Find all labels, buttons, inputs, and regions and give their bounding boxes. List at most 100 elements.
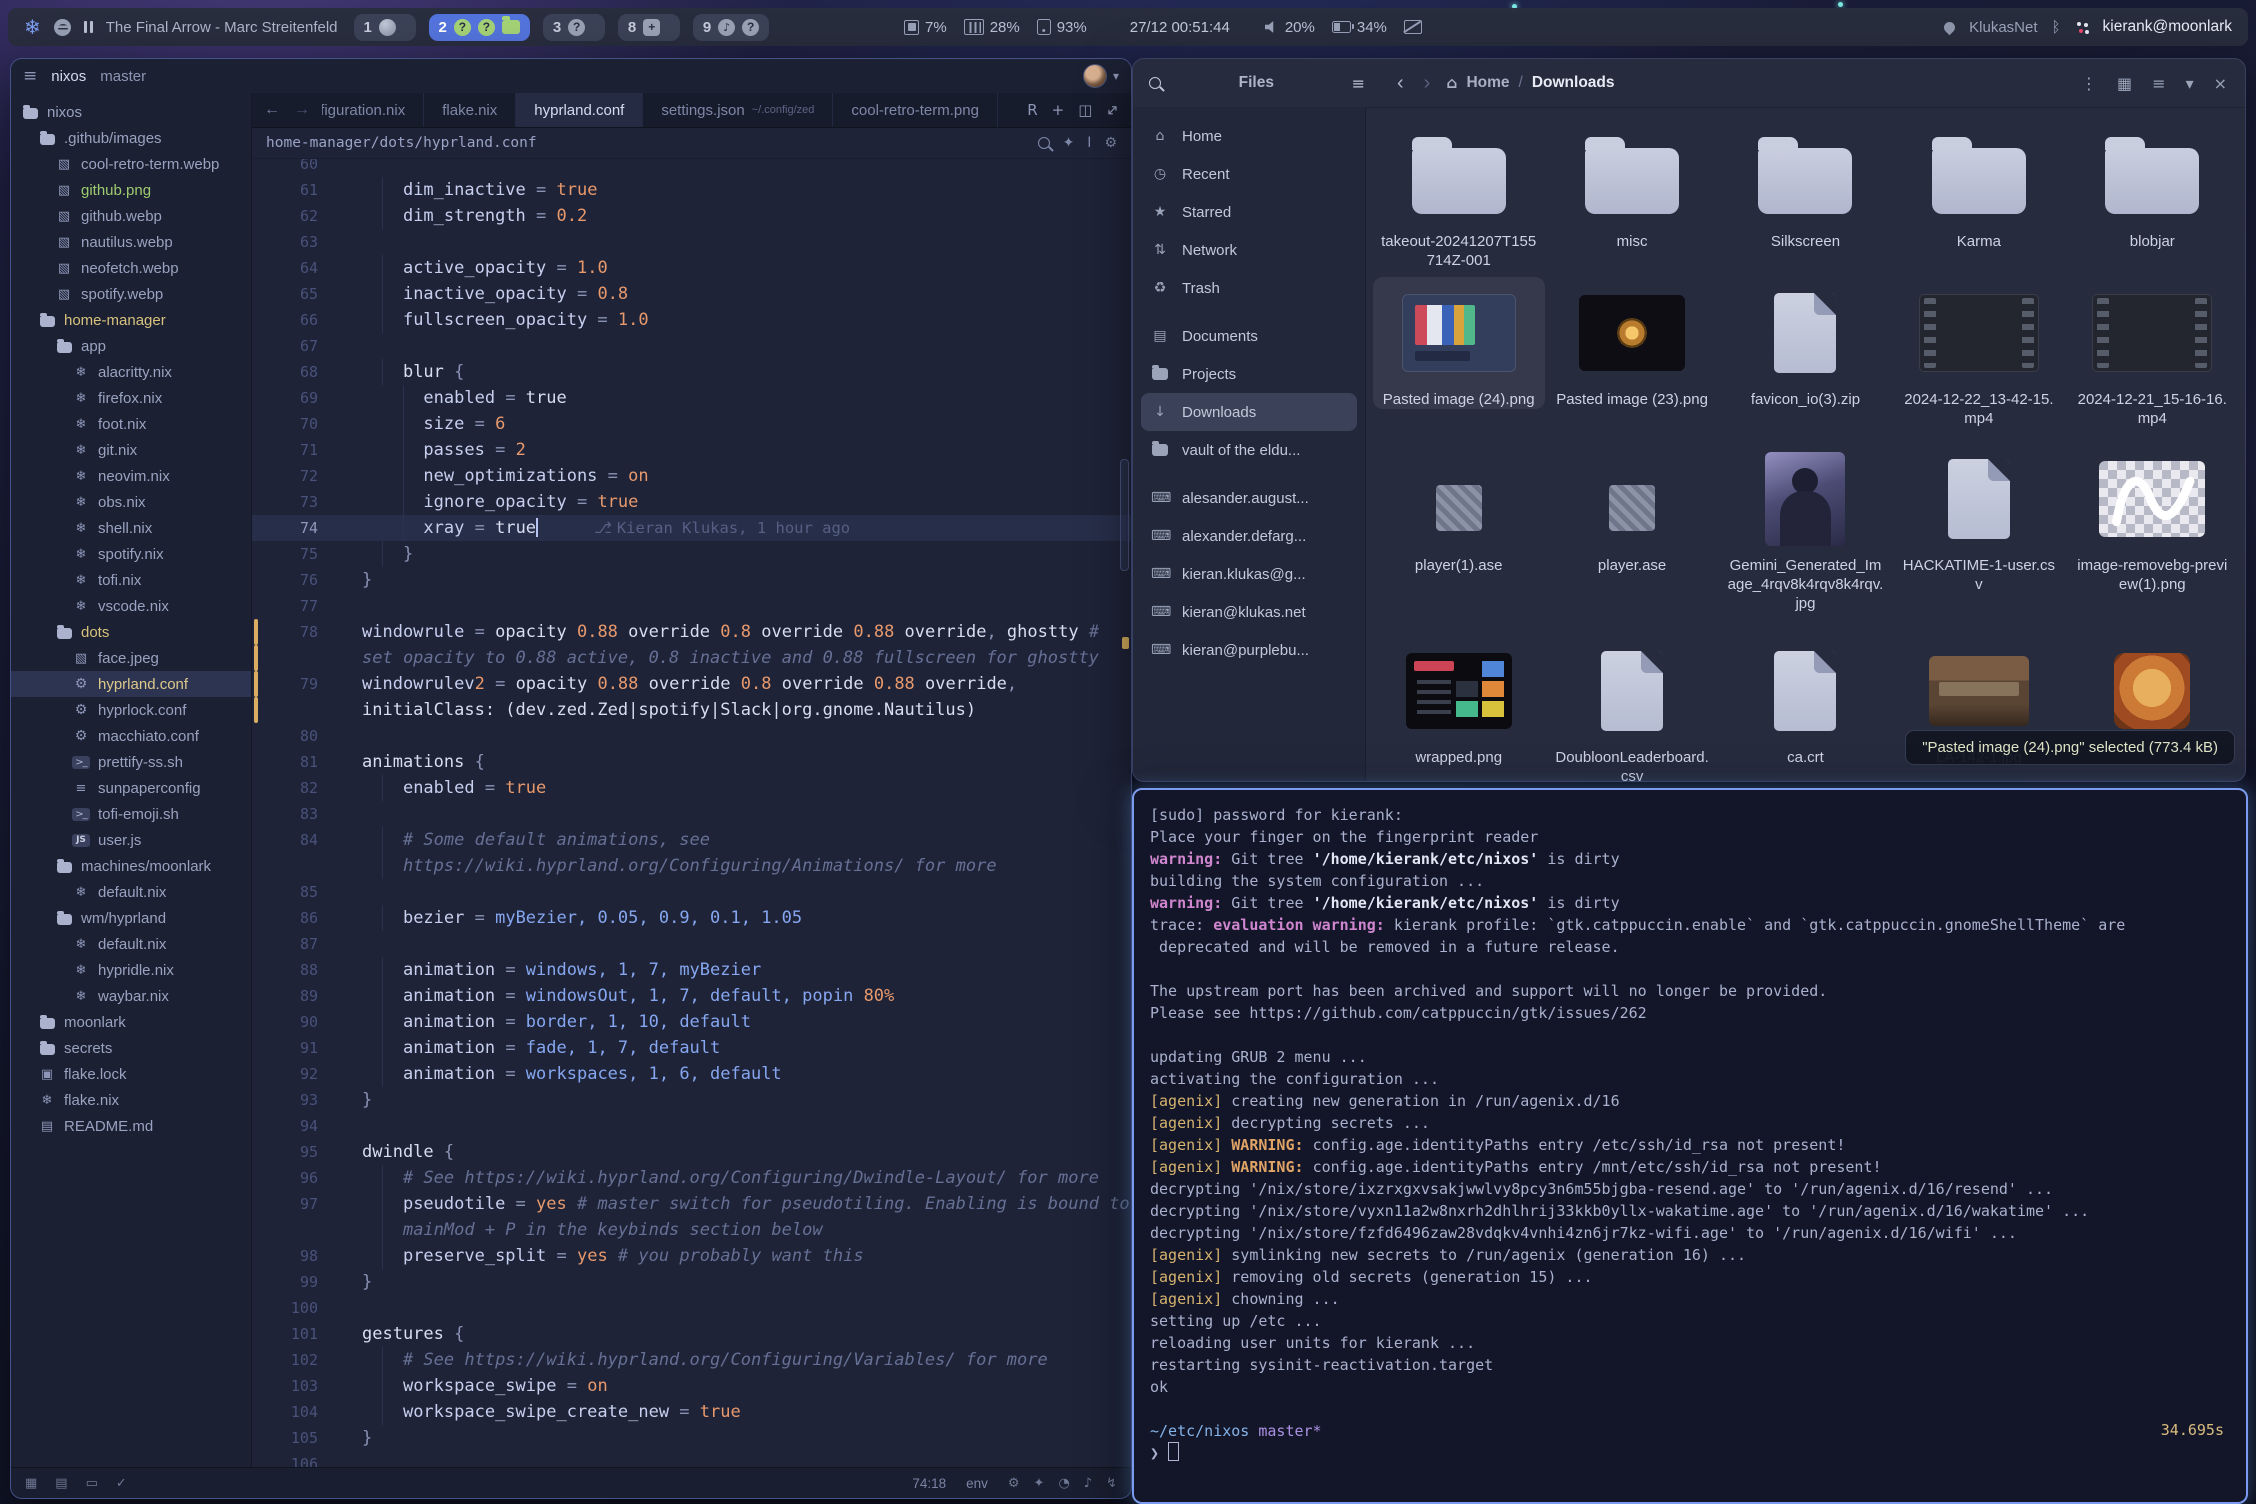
tree-item-default-nix[interactable]: default.nix bbox=[11, 879, 251, 905]
home-icon[interactable]: ⌂ bbox=[1446, 74, 1457, 92]
code-row[interactable]: 98 preserve_split = yes # you probably w… bbox=[252, 1243, 1131, 1269]
sidebar-item-documents[interactable]: ▤Documents bbox=[1141, 317, 1357, 355]
tree-item-foot-nix[interactable]: foot.nix bbox=[11, 411, 251, 437]
menu-icon[interactable]: ≡ bbox=[23, 66, 37, 86]
sidebar-item-home[interactable]: ⌂Home bbox=[1141, 117, 1357, 155]
code-wrap-row[interactable]: mainMod + P in the keybinds section belo… bbox=[252, 1217, 1131, 1243]
view-grid-icon[interactable]: ▦ bbox=[2117, 74, 2132, 93]
volume-stat[interactable]: 20% bbox=[1265, 19, 1315, 36]
code-row[interactable]: 69 enabled = true bbox=[252, 385, 1131, 411]
code-row[interactable]: 105} bbox=[252, 1425, 1131, 1451]
sidebar-item-alexander-defarg[interactable]: ⌨alexander.defarg... bbox=[1141, 517, 1357, 555]
workspace-8[interactable]: 8 bbox=[618, 14, 680, 41]
tree-item-sunpaperconfig[interactable]: sunpaperconfig bbox=[11, 775, 251, 801]
code-row[interactable]: 66 fullscreen_opacity = 1.0 bbox=[252, 307, 1131, 333]
code-row[interactable]: 78windowrule = opacity 0.88 override 0.8… bbox=[252, 619, 1131, 645]
tree-item-tofi-emoji-sh[interactable]: tofi-emoji.sh bbox=[11, 801, 251, 827]
code-row[interactable]: 74 xray = trueKieran Klukas, 1 hour ago bbox=[252, 515, 1131, 541]
diagnostics-icon[interactable]: ✓ bbox=[116, 1476, 127, 1491]
tree-item-firefox-nix[interactable]: firefox.nix bbox=[11, 385, 251, 411]
file-item-pasted-image-24-png[interactable]: Pasted image (24).png bbox=[1373, 277, 1545, 409]
code-row[interactable]: 80 bbox=[252, 723, 1131, 749]
tree-item-hyprland-conf[interactable]: hyprland.conf bbox=[11, 671, 251, 697]
file-item-ca-crt[interactable]: ca.crt bbox=[1719, 635, 1891, 767]
code-row[interactable]: 103 workspace_swipe = on bbox=[252, 1373, 1131, 1399]
file-item-pasted-image-23-png[interactable]: Pasted image (23).png bbox=[1546, 277, 1718, 409]
back-icon[interactable]: ← bbox=[264, 101, 280, 119]
tree-item-github-images[interactable]: .github/images bbox=[11, 125, 251, 151]
sidebar-item-network[interactable]: ⇅Network bbox=[1141, 231, 1357, 269]
files-header-bar[interactable]: Files ≡ ‹ › ⌂ Home / Downloads ⋮▦≡▾× bbox=[1133, 59, 2245, 108]
code-row[interactable]: 61 dim_inactive = true bbox=[252, 177, 1131, 203]
code-row[interactable]: 102 # See https://wiki.hyprland.org/Conf… bbox=[252, 1347, 1131, 1373]
tree-item-nautilus-webp[interactable]: nautilus.webp bbox=[11, 229, 251, 255]
extensions-icon[interactable]: ↯ bbox=[1106, 1476, 1117, 1491]
tree-item-flake-lock[interactable]: flake.lock bbox=[11, 1061, 251, 1087]
menu-kebab-icon[interactable]: ⋮ bbox=[2081, 74, 2097, 93]
code-row[interactable]: 100 bbox=[252, 1295, 1131, 1321]
hamburger-menu-icon[interactable]: ≡ bbox=[1352, 74, 1365, 93]
screencast-icon[interactable] bbox=[1404, 20, 1422, 34]
tree-item-waybar-nix[interactable]: waybar.nix bbox=[11, 983, 251, 1009]
tree-item-github-png[interactable]: github.png bbox=[11, 177, 251, 203]
split-pane-icon[interactable]: ◫ bbox=[1078, 101, 1092, 119]
tree-item-cool-retro-term-webp[interactable]: cool-retro-term.webp bbox=[11, 151, 251, 177]
forward-icon[interactable]: › bbox=[1424, 72, 1431, 95]
tree-item-user-js[interactable]: user.js bbox=[11, 827, 251, 853]
tree-item-git-nix[interactable]: git.nix bbox=[11, 437, 251, 463]
nixos-logo-icon[interactable]: ❄ bbox=[24, 15, 41, 39]
code-row[interactable]: 88 animation = windows, 1, 7, myBezier bbox=[252, 957, 1131, 983]
r-indicator-icon[interactable]: R bbox=[1027, 101, 1037, 119]
code-row[interactable]: 95dwindle { bbox=[252, 1139, 1131, 1165]
terminal-panel-icon[interactable]: ▭ bbox=[86, 1476, 98, 1491]
code-row[interactable]: 70 size = 6 bbox=[252, 411, 1131, 437]
sidebar-item-kieran-purplebu[interactable]: ⌨kieran@purplebu... bbox=[1141, 631, 1357, 669]
search-icon[interactable] bbox=[1149, 77, 1161, 89]
tree-item-machines-moonlark[interactable]: machines/moonlark bbox=[11, 853, 251, 879]
tab-settings-json[interactable]: settings.json~/.config/zed bbox=[643, 93, 833, 127]
code-row[interactable]: 91 animation = fade, 1, 7, default bbox=[252, 1035, 1131, 1061]
code-row[interactable]: 73 ignore_opacity = true bbox=[252, 489, 1131, 515]
project-panel-icon[interactable]: ▦ bbox=[25, 1476, 37, 1491]
battery-stat[interactable]: 34% bbox=[1332, 19, 1387, 36]
tree-item-github-webp[interactable]: github.webp bbox=[11, 203, 251, 229]
code-row[interactable]: 94 bbox=[252, 1113, 1131, 1139]
file-item-favicon-io-3-zip[interactable]: favicon_io(3).zip bbox=[1719, 277, 1891, 409]
forward-icon[interactable]: → bbox=[294, 101, 310, 119]
tree-item-default-nix[interactable]: default.nix bbox=[11, 931, 251, 957]
tree-item-neovim-nix[interactable]: neovim.nix bbox=[11, 463, 251, 489]
code-row[interactable]: 81animations { bbox=[252, 749, 1131, 775]
tree-item-hyprlock-conf[interactable]: hyprlock.conf bbox=[11, 697, 251, 723]
breadcrumb[interactable]: home-manager/dots/hyprland.conf bbox=[266, 135, 537, 151]
code-row[interactable]: 99} bbox=[252, 1269, 1131, 1295]
tab-cool-retro-term-png[interactable]: cool-retro-term.png bbox=[833, 93, 998, 127]
sidebar-item-starred[interactable]: ★Starred bbox=[1141, 193, 1357, 231]
workspace-1[interactable]: 1 bbox=[354, 14, 416, 41]
tree-item-moonlark[interactable]: moonlark bbox=[11, 1009, 251, 1035]
tree-item-vscode-nix[interactable]: vscode.nix bbox=[11, 593, 251, 619]
file-item-silkscreen[interactable]: Silkscreen bbox=[1719, 119, 1891, 251]
code-row[interactable]: 79windowrulev2 = opacity 0.88 override 0… bbox=[252, 671, 1131, 697]
git-branch[interactable]: master bbox=[100, 68, 146, 85]
tab-flake-nix[interactable]: flake.nix bbox=[424, 93, 516, 127]
tree-item-home-manager[interactable]: home-manager bbox=[11, 307, 251, 333]
tab-configuration-nix[interactable]: configuration.nix bbox=[322, 93, 424, 127]
language-icon[interactable]: ⚙ bbox=[1008, 1476, 1020, 1491]
code-row[interactable]: 82 enabled = true bbox=[252, 775, 1131, 801]
code-wrap-row[interactable]: set opacity to 0.88 active, 0.8 inactive… bbox=[252, 645, 1131, 671]
tree-item-app[interactable]: app bbox=[11, 333, 251, 359]
code-row[interactable]: 60 bbox=[252, 159, 1131, 177]
env-indicator[interactable]: env bbox=[966, 1476, 988, 1491]
tab-hyprland-conf[interactable]: hyprland.conf bbox=[516, 93, 643, 127]
code-row[interactable]: 64 active_opacity = 1.0 bbox=[252, 255, 1131, 281]
code-row[interactable]: 77 bbox=[252, 593, 1131, 619]
code-row[interactable]: 71 passes = 2 bbox=[252, 437, 1131, 463]
workspace-9[interactable]: 9 bbox=[693, 14, 769, 41]
tree-item-obs-nix[interactable]: obs.nix bbox=[11, 489, 251, 515]
tree-item-neofetch-webp[interactable]: neofetch.webp bbox=[11, 255, 251, 281]
search-icon[interactable] bbox=[1038, 137, 1050, 149]
code-row[interactable]: 86 bezier = myBezier, 0.05, 0.9, 0.1, 1.… bbox=[252, 905, 1131, 931]
text-cursor-icon[interactable]: I bbox=[1087, 135, 1091, 151]
tree-item-shell-nix[interactable]: shell.nix bbox=[11, 515, 251, 541]
path-home[interactable]: Home bbox=[1466, 74, 1509, 92]
